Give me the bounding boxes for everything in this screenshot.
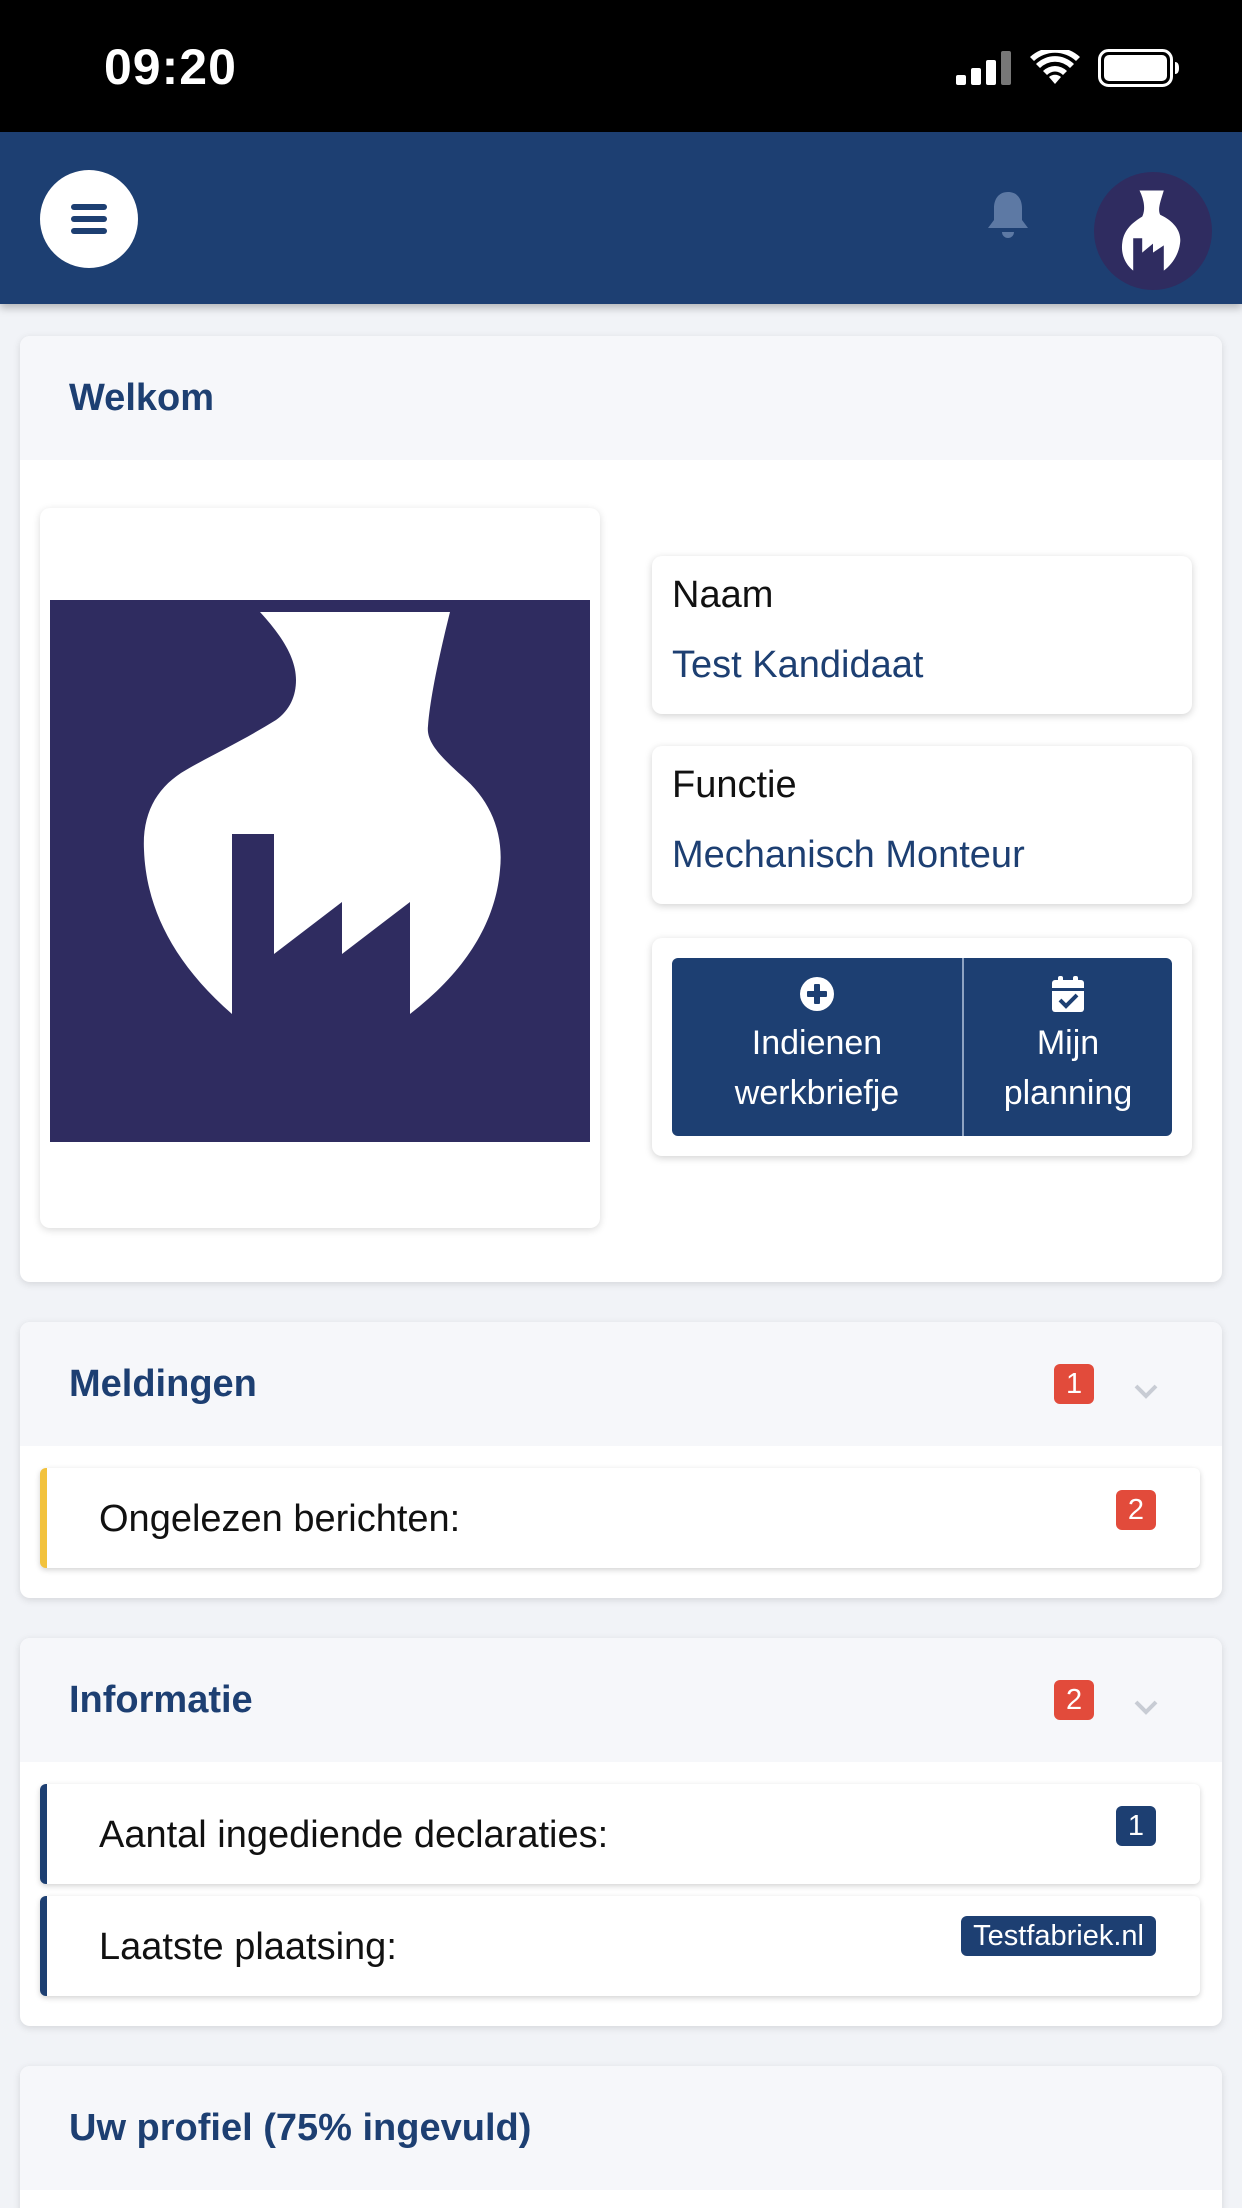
name-value: Test Kandidaat (672, 644, 924, 686)
submit-line1: Indienen (751, 1024, 883, 1062)
profile-header[interactable]: Uw profiel (75% ingevuld) (20, 2066, 1222, 2190)
profile-card: Uw profiel (75% ingevuld) (20, 2066, 1222, 2208)
list-item-declarations[interactable]: Aantal ingediende declaraties: 1 (40, 1784, 1200, 1884)
information-header[interactable]: Informatie 2 (20, 1638, 1222, 1762)
action-buttons: Indienen werkbriefje Mijn planning (672, 958, 1172, 1136)
wifi-icon (1030, 50, 1080, 84)
notifications-title: Meldingen (69, 1362, 257, 1405)
welcome-title: Welkom (69, 376, 215, 419)
signal-icon (956, 51, 1011, 85)
company-logo-icon (1121, 190, 1181, 271)
menu-icon (71, 204, 107, 234)
list-item-unread-messages[interactable]: Ongelezen berichten: 2 (40, 1468, 1200, 1568)
status-bar: 09:20 (0, 0, 1242, 132)
information-title: Informatie (69, 1678, 253, 1721)
user-avatar[interactable] (1094, 172, 1212, 290)
last-placement-label: Laatste plaatsing: (99, 1926, 397, 1968)
notifications-count-badge: 1 (1054, 1364, 1095, 1404)
status-time: 09:20 (104, 39, 237, 95)
calendar-check-icon (1052, 976, 1084, 1012)
company-logo-image (143, 612, 501, 1014)
information-card: Informatie 2 Aantal ingediende declarati… (20, 1638, 1222, 2026)
declarations-badge: 1 (1115, 1806, 1156, 1846)
unread-messages-label: Ongelezen berichten: (99, 1498, 461, 1540)
planning-line2: planning (1003, 1074, 1133, 1112)
declarations-label: Aantal ingediende declaraties: (99, 1814, 609, 1856)
information-count-badge: 2 (1054, 1680, 1095, 1720)
name-label: Naam (672, 574, 774, 616)
welcome-card: Welkom Naam Test Kandidaat Functie Mecha… (20, 336, 1222, 1282)
name-box: Naam Test Kandidaat (652, 556, 1192, 714)
my-planning-button[interactable]: Mijn planning (964, 958, 1172, 1136)
list-item-last-placement[interactable]: Laatste plaatsing: Testfabriek.nl (40, 1896, 1200, 1996)
welcome-header: Welkom (20, 336, 1222, 460)
battery-icon (1098, 49, 1179, 87)
planning-line1: Mijn (1036, 1024, 1100, 1062)
bell-icon (988, 192, 1028, 238)
notifications-bell[interactable] (986, 190, 1030, 240)
function-value: Mechanisch Monteur (672, 834, 1025, 876)
app-header (0, 132, 1242, 304)
profile-photo (50, 600, 590, 1142)
submit-timesheet-button[interactable]: Indienen werkbriefje (672, 958, 964, 1136)
actions-box: Indienen werkbriefje Mijn planning (652, 938, 1192, 1156)
profile-title: Uw profiel (75% ingevuld) (69, 2106, 532, 2149)
profile-photo-card (40, 508, 600, 1228)
function-box: Functie Mechanisch Monteur (652, 746, 1192, 904)
submit-line2: werkbriefje (734, 1074, 900, 1112)
notifications-header[interactable]: Meldingen 1 (20, 1322, 1222, 1446)
unread-messages-badge: 2 (1115, 1490, 1156, 1530)
chevron-down-icon[interactable] (1130, 1374, 1162, 1406)
chevron-down-icon[interactable] (1130, 1690, 1162, 1722)
status-icons (956, 46, 1180, 90)
function-label: Functie (672, 764, 797, 806)
last-placement-badge: Testfabriek.nl (961, 1916, 1156, 1956)
menu-button[interactable] (40, 170, 138, 268)
plus-circle-icon (800, 977, 834, 1011)
notifications-card: Meldingen 1 Ongelezen berichten: 2 (20, 1322, 1222, 1598)
